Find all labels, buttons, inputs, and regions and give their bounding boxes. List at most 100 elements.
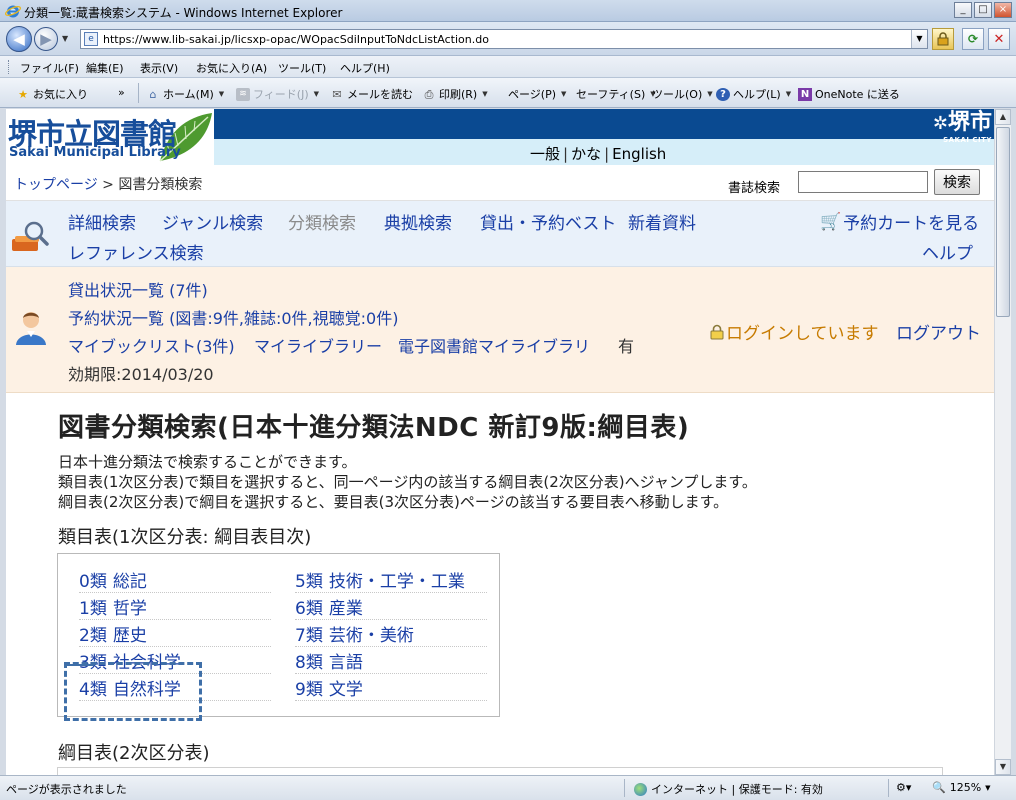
class-number: 8類: [295, 653, 323, 673]
my-booklist-link[interactable]: マイブックリスト(3件): [68, 333, 235, 357]
class-link-0[interactable]: 0類 総記: [79, 566, 271, 593]
focus-stroke: [64, 664, 94, 666]
help-icon: ?: [716, 87, 730, 101]
onenote-label: OneNote に送る: [815, 88, 900, 101]
read-mail-label: メールを読む: [347, 88, 413, 101]
description-line: 類目表(1次区分表)で類目を選択すると、同一ページ内の該当する綱目表(2次区分表…: [58, 473, 757, 491]
history-dropdown-icon[interactable]: ▼: [62, 34, 68, 43]
class-link-2[interactable]: 2類 歴史: [79, 620, 271, 647]
feed-dropdown-icon[interactable]: ▼: [314, 90, 319, 98]
ebook-library-link[interactable]: 電子図書館マイライブラリ: [398, 333, 590, 357]
nav-genre-search[interactable]: ジャンル検索: [162, 209, 263, 234]
class-link-3[interactable]: 3類 社会科学: [79, 647, 271, 674]
my-library-link[interactable]: マイライブラリー: [254, 333, 382, 357]
library-header: 堺市立図書館 Sakai Municipal Library ✲堺市 SAKAI…: [6, 109, 994, 165]
breadcrumb-home-link[interactable]: トップページ: [14, 177, 98, 193]
zoom-control[interactable]: 🔍 125% ▼: [932, 781, 991, 794]
zoom-level: 125%: [949, 781, 982, 794]
read-mail-button[interactable]: ✉ メールを読む: [330, 86, 413, 102]
security-zone[interactable]: インターネット | 保護モード: 有効: [634, 781, 823, 797]
toolbar-overflow-button[interactable]: »: [118, 86, 125, 99]
minimize-button[interactable]: _: [954, 2, 972, 18]
help-menu-button[interactable]: ? ヘルプ(L) ▼: [716, 86, 791, 102]
security-lock-icon[interactable]: [932, 28, 954, 50]
scroll-down-icon[interactable]: ▼: [995, 759, 1011, 775]
favorites-button[interactable]: ★ お気に入り: [16, 86, 88, 102]
page-icon: e: [84, 32, 98, 46]
class-number: 7類: [295, 626, 323, 646]
menu-tools[interactable]: ツール(T): [278, 60, 326, 76]
view-cart-label: 予約カートを見る: [843, 214, 980, 234]
class-link-8[interactable]: 8類 言語: [295, 647, 487, 674]
feed-button[interactable]: ≋ フィード(J) ▼: [236, 86, 319, 102]
popup-blocker-icon[interactable]: ⚙▾: [896, 781, 911, 794]
lang-kana-link[interactable]: かな: [571, 145, 601, 163]
toolbar-grip: [8, 60, 10, 74]
search-input[interactable]: [798, 171, 928, 193]
stop-button[interactable]: ✕: [988, 28, 1010, 50]
print-dropdown-icon[interactable]: ▼: [482, 90, 487, 98]
login-status: ログインしています: [710, 319, 879, 344]
class-link-4[interactable]: 4類 自然科学: [79, 674, 271, 701]
lang-english-link[interactable]: English: [612, 145, 666, 163]
class-name: 技術・工学・工業: [328, 572, 465, 592]
forward-button[interactable]: ▶: [34, 27, 58, 51]
home-dropdown-icon[interactable]: ▼: [219, 90, 224, 98]
help-dropdown-icon: ▼: [785, 90, 792, 98]
library-logo[interactable]: 堺市立図書館 Sakai Municipal Library: [6, 109, 214, 165]
menu-file[interactable]: ファイル(F): [20, 60, 79, 76]
class-name: 自然科学: [112, 680, 181, 700]
reservation-status-link[interactable]: 予約状況一覧 (図書:9件,雑誌:0件,視聴覚:0件): [68, 305, 398, 329]
city-logo[interactable]: ✲堺市 SAKAI CITY: [933, 110, 992, 145]
magnifier-icon: 🔍: [932, 781, 946, 794]
nav-advanced-search[interactable]: 詳細検索: [68, 209, 136, 234]
page-viewport: 堺市立図書館 Sakai Municipal Library ✲堺市 SAKAI…: [6, 109, 994, 775]
page-menu-label: ページ(P): [508, 88, 556, 101]
url-text[interactable]: https://www.lib-sakai.jp/licsxp-opac/WOp…: [103, 33, 489, 46]
home-button[interactable]: ⌂ ホーム(M) ▼: [146, 86, 225, 102]
class-number: 5類: [295, 572, 323, 592]
search-button[interactable]: 検索: [934, 169, 980, 195]
menu-view[interactable]: 表示(V): [140, 60, 178, 76]
class-link-1[interactable]: 1類 哲学: [79, 593, 271, 620]
home-icon: ⌂: [149, 87, 157, 101]
back-button[interactable]: ◀: [6, 26, 32, 52]
print-button[interactable]: ⎙ 印刷(R) ▼: [422, 86, 488, 102]
tools-menu-button[interactable]: ツール(O) ▼: [652, 86, 713, 102]
class-name: 文学: [328, 680, 363, 700]
scroll-up-icon[interactable]: ▲: [995, 109, 1011, 125]
logout-link[interactable]: ログアウト: [896, 319, 981, 344]
vertical-scrollbar[interactable]: ▲ ▼: [994, 109, 1011, 775]
class-link-6[interactable]: 6類 産業: [295, 593, 487, 620]
scroll-thumb[interactable]: [996, 127, 1010, 317]
address-input[interactable]: e https://www.lib-sakai.jp/licsxp-opac/W…: [80, 29, 928, 49]
view-cart-link[interactable]: 🛒 予約カートを見る: [820, 209, 980, 235]
page-menu-button[interactable]: ページ(P) ▼: [508, 86, 566, 102]
menu-favorites[interactable]: お気に入り(A): [196, 60, 267, 76]
close-button[interactable]: ×: [994, 2, 1012, 18]
nav-new-arrivals[interactable]: 新着資料: [628, 209, 696, 234]
stop-icon: ✕: [993, 31, 1005, 47]
menu-help[interactable]: ヘルプ(H): [340, 60, 390, 76]
onenote-icon: N: [798, 87, 812, 101]
safety-menu-button[interactable]: セーフティ(S) ▼: [576, 86, 656, 102]
nav-reference-search[interactable]: レファレンス検索: [68, 239, 204, 264]
address-dropdown-icon[interactable]: ▼: [911, 30, 927, 48]
class-link-7[interactable]: 7類 芸術・美術: [295, 620, 487, 647]
help-link[interactable]: ヘルプ: [922, 239, 973, 264]
menu-edit[interactable]: 編集(E): [86, 60, 124, 76]
onenote-button[interactable]: N OneNote に送る: [798, 86, 900, 102]
nav-authority-search[interactable]: 典拠検索: [384, 209, 452, 234]
class-link-5[interactable]: 5類 技術・工学・工業: [295, 566, 487, 593]
command-bar: ★ お気に入り » ⌂ ホーム(M) ▼ ≋ フィード(J) ▼ ✉ メールを読む ⎙ 印刷(…: [0, 78, 1016, 108]
loan-status-link[interactable]: 貸出状況一覧 (7件): [68, 277, 208, 301]
lang-general-link[interactable]: 一般: [530, 145, 560, 163]
class-link-9[interactable]: 9類 文学: [295, 674, 487, 701]
city-name-jp: 堺市: [947, 110, 992, 135]
refresh-button[interactable]: ⟳: [962, 28, 984, 50]
nav-best-loans[interactable]: 貸出・予約ベスト: [480, 209, 616, 234]
maximize-button[interactable]: □: [974, 2, 992, 18]
toolbar-separator: [138, 83, 139, 103]
nav-classification-search[interactable]: 分類検索: [288, 209, 356, 234]
tools-dropdown-icon: ▼: [707, 90, 713, 98]
